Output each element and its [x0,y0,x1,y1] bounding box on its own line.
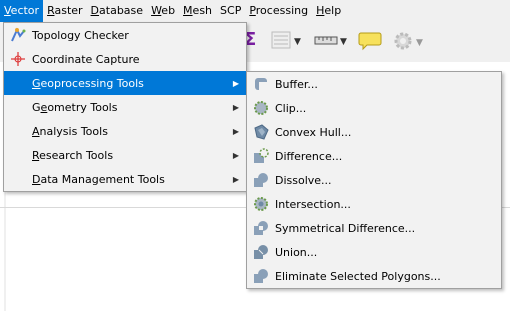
submenu-arrow-icon: ▶ [232,150,240,160]
geoprocessing-submenu: Buffer... Clip... Convex Hull... Differe… [246,71,502,289]
menu-item-buffer[interactable]: Buffer... [247,72,501,96]
menu-web[interactable]: Web [147,0,179,22]
menu-item-union[interactable]: Union... [247,240,501,264]
menu-item-convex-hull[interactable]: Convex Hull... [247,120,501,144]
buffer-icon [253,76,269,92]
menu-item-symmetrical-difference[interactable]: Symmetrical Difference... [247,216,501,240]
menu-database[interactable]: Database [87,0,148,22]
menu-item-coordinate-capture[interactable]: Coordinate Capture [4,47,246,71]
menu-processing[interactable]: Processing [245,0,312,22]
menu-item-clip[interactable]: Clip... [247,96,501,120]
menu-item-geoprocessing-tools[interactable]: Geoprocessing Tools ▶ [4,71,246,95]
toolbar-measure-group[interactable]: ▼ [314,30,347,53]
speech-bubble-icon[interactable] [358,30,382,55]
chevron-down-icon[interactable]: ▼ [294,37,301,47]
menu-item-analysis-tools[interactable]: Analysis Tools ▶ [4,119,246,143]
menu-item-geometry-tools[interactable]: Geometry Tools ▶ [4,95,246,119]
menu-vector[interactable]: Vector [0,0,44,22]
menu-item-difference[interactable]: Difference... [247,144,501,168]
menu-item-topology-checker[interactable]: Topology Checker [4,23,246,47]
convex-hull-icon [253,124,269,140]
menu-help[interactable]: Help [312,0,345,22]
menu-bar: Vector Raster Database Web Mesh SCP Proc… [0,0,510,22]
chevron-down-icon[interactable]: ▼ [340,37,347,47]
measure-ruler-icon[interactable] [314,30,338,53]
toolbar-settings-group[interactable]: ▼ [392,30,423,55]
menu-item-dissolve[interactable]: Dissolve... [247,168,501,192]
menu-mesh[interactable]: Mesh [179,0,216,22]
submenu-arrow-icon: ▶ [232,78,240,88]
union-icon [253,244,269,260]
crosshair-icon [10,51,26,67]
menu-item-eliminate-selected-polygons[interactable]: Eliminate Selected Polygons... [247,264,501,288]
intersection-icon [253,196,269,212]
vector-menu: Topology Checker Coordinate Capture Geop… [3,22,247,192]
symmetrical-difference-icon [253,220,269,236]
menu-scp[interactable]: SCP [216,0,245,22]
gear-icon[interactable] [392,30,414,55]
dissolve-icon [253,172,269,188]
menu-item-research-tools[interactable]: Research Tools ▶ [4,143,246,167]
topology-checker-icon [10,27,26,43]
menu-raster[interactable]: Raster [43,0,86,22]
submenu-arrow-icon: ▶ [232,126,240,136]
attribute-table-icon[interactable] [270,30,292,53]
toolbar-attribute-group[interactable]: ▼ [270,30,301,53]
menu-item-data-management-tools[interactable]: Data Management Tools ▶ [4,167,246,191]
menu-item-intersection[interactable]: Intersection... [247,192,501,216]
difference-icon [253,148,269,164]
eliminate-polygons-icon [253,268,269,284]
submenu-arrow-icon: ▶ [232,174,240,184]
toolbar-annotation-group[interactable] [358,30,382,55]
clip-icon [253,100,269,116]
chevron-down-icon[interactable]: ▼ [416,38,423,48]
submenu-arrow-icon: ▶ [232,102,240,112]
